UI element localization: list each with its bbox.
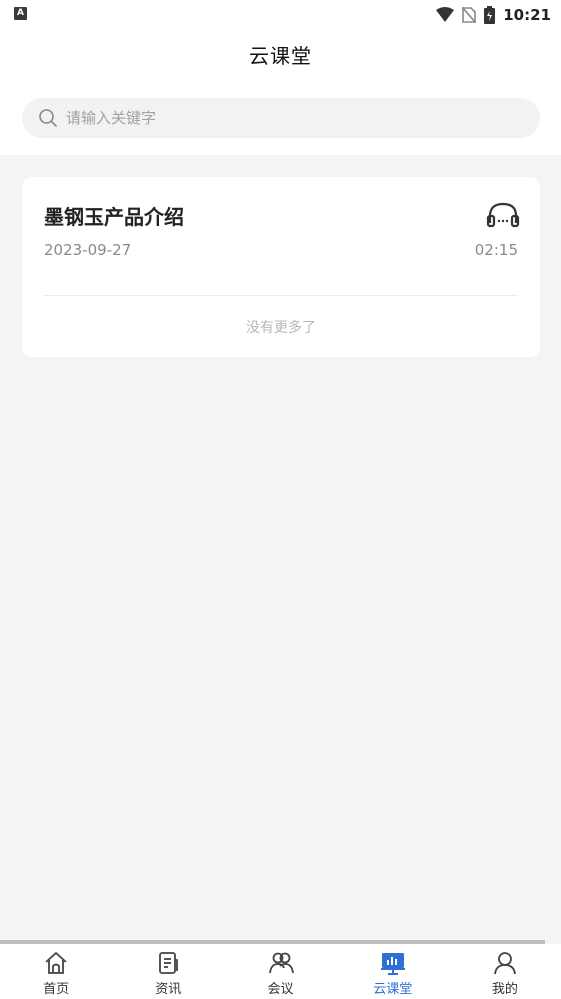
course-card[interactable]: 墨钢玉产品介绍 2023-09-27 02:15 没有更多了 bbox=[22, 177, 540, 357]
page-title: 云课堂 bbox=[249, 44, 312, 68]
list-end-text: 没有更多了 bbox=[246, 320, 316, 336]
notification-icon: A bbox=[14, 7, 27, 20]
status-icons: 10:21 bbox=[436, 5, 551, 25]
tab-label: 首页 bbox=[43, 982, 70, 997]
status-time: 10:21 bbox=[503, 6, 551, 24]
course-duration: 02:15 bbox=[474, 241, 518, 259]
tab-home[interactable]: 首页 bbox=[0, 944, 112, 999]
header-area: A 10:21 云课堂 bbox=[0, 0, 561, 155]
tab-meeting[interactable]: 会议 bbox=[224, 944, 336, 999]
tab-news[interactable]: 资讯 bbox=[112, 944, 224, 999]
tab-label: 云课堂 bbox=[373, 982, 413, 997]
news-icon bbox=[159, 952, 179, 974]
tab-label: 我的 bbox=[491, 982, 518, 997]
divider bbox=[44, 295, 518, 296]
course-date: 2023-09-27 bbox=[44, 241, 132, 259]
search-bar[interactable] bbox=[22, 98, 540, 138]
tab-profile[interactable]: 我的 bbox=[449, 944, 561, 999]
tab-label: 资讯 bbox=[155, 982, 182, 997]
headphone-icon bbox=[486, 202, 520, 228]
wifi-icon bbox=[436, 7, 455, 22]
course-title: 墨钢玉产品介绍 bbox=[44, 205, 184, 229]
bottom-tab-bar: 首页 资讯 会议 云课堂 我的 bbox=[0, 944, 561, 999]
classroom-icon bbox=[380, 953, 405, 975]
no-sim-icon bbox=[462, 7, 477, 23]
battery-icon bbox=[484, 6, 496, 24]
meeting-icon bbox=[268, 952, 294, 974]
search-input[interactable] bbox=[66, 109, 506, 127]
status-bar: A 10:21 bbox=[0, 0, 561, 30]
search-icon bbox=[39, 109, 57, 127]
profile-icon bbox=[494, 952, 516, 975]
tab-classroom[interactable]: 云课堂 bbox=[337, 944, 449, 999]
tab-label: 会议 bbox=[267, 982, 294, 997]
home-icon bbox=[45, 952, 67, 974]
